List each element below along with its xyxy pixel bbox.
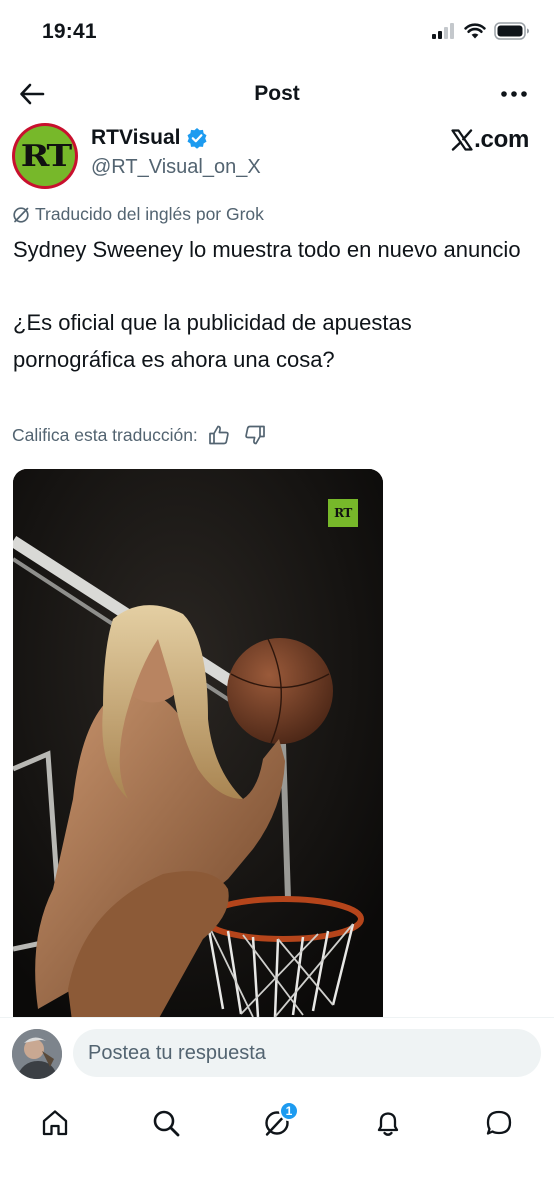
tab-notifications[interactable] [360,1101,416,1145]
tab-home[interactable] [27,1101,83,1145]
reply-placeholder: Postea tu respuesta [88,1041,266,1064]
post-line-2: ¿Es oficial que la publicidad de apuesta… [13,310,412,372]
x-logo-icon [451,129,473,151]
grok-notification-badge: 1 [279,1101,299,1121]
media-image [13,469,383,1029]
media-rt-badge: RT [328,499,358,527]
wifi-icon [464,23,486,39]
chat-icon [486,1110,512,1135]
status-icons [432,22,530,40]
tab-search[interactable] [138,1101,194,1145]
post-author: RT RTVisual @RT_Visual_on_X .com [0,120,554,192]
bell-icon [377,1112,399,1136]
post-text: Sydney Sweeney lo muestra todo en nuevo … [13,232,533,378]
rate-translation-label: Califica esta traducción: [12,424,198,445]
affiliate-badge[interactable]: .com [451,126,529,154]
post-line-1: Sydney Sweeney lo muestra todo en nuevo … [13,237,521,262]
home-icon [42,1110,68,1136]
bottom-tab-bar: 1 [0,1089,554,1199]
tab-messages[interactable] [471,1101,527,1145]
page-title: Post [254,82,300,105]
battery-icon [494,22,529,40]
user-avatar[interactable] [12,1029,62,1079]
grok-icon [13,206,29,223]
translation-note: Traducido del inglés por Grok [12,204,264,225]
author-handle[interactable]: @RT_Visual_on_X [91,156,261,179]
author-name[interactable]: RTVisual [91,126,180,150]
thumbs-up-button[interactable] [208,424,230,446]
translation-note-text: Traducido del inglés por Grok [35,204,264,224]
status-bar: 19:41 [0,0,554,66]
search-icon [153,1110,180,1137]
more-options-button[interactable] [498,80,530,108]
user-avatar-image [12,1029,62,1079]
verified-badge-icon [187,128,207,149]
rate-translation-row: Califica esta traducción: [12,424,266,446]
more-horizontal-icon [501,91,527,97]
affiliate-site-text: .com [474,126,529,153]
signal-icon [432,23,454,39]
thumbs-up-icon [208,425,229,445]
reply-bar: Postea tu respuesta [0,1017,554,1089]
thumbs-down-button[interactable] [244,424,266,446]
status-time: 19:41 [42,20,97,43]
thumbs-down-icon [245,425,265,445]
reply-input[interactable]: Postea tu respuesta [73,1029,541,1077]
top-navigation: Post [0,70,554,118]
post-media-video[interactable]: RT [13,469,383,1029]
avatar-logo-text: RT [20,138,71,174]
tab-grok[interactable]: 1 [249,1101,305,1145]
author-avatar[interactable]: RT [12,123,78,189]
